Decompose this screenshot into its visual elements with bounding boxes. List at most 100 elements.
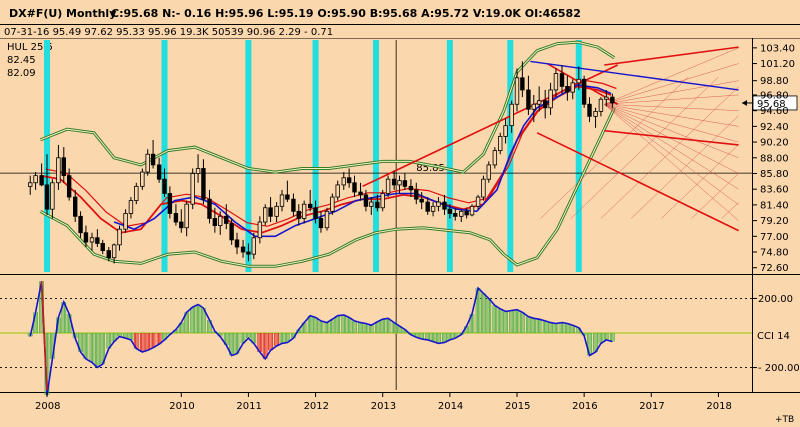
candle-body [430,205,436,212]
year-tick-label: 2015 [505,401,530,412]
candle-body [134,185,139,202]
indicator-value-2: 82.09 [7,68,36,79]
candle-body [184,203,189,229]
cci-tick-label: - 200.00 [758,363,800,374]
candle-body [291,198,296,212]
candle-body [475,196,481,207]
candle-body [251,237,256,255]
candle-body [526,89,531,110]
candle-body [397,180,402,186]
candle-body [385,178,391,194]
price-tick-label: 77.00 [760,232,789,243]
price-tick-label: 88.00 [760,153,789,164]
cycle-band [446,40,453,272]
candle-body [335,184,340,198]
candle-body [190,173,195,205]
candle-body [543,100,548,109]
candle-body [313,207,318,219]
candle-body [123,213,128,230]
candle-body [459,210,464,217]
candle-body [50,182,55,210]
cci-tick-label: 200.00 [758,294,793,305]
candle-body [453,213,458,217]
price-tick-label: 92.40 [760,122,789,133]
chart-canvas: DX#F(U) Monthly C:95.68 N:- 0.16 H:95.96… [0,0,800,427]
cycle-band [373,40,379,272]
candle-body [240,246,246,253]
period-label: Monthly [66,7,116,20]
candle-body [301,203,307,219]
candle-body [498,135,503,152]
candle-body [514,77,520,105]
candle-body [78,215,83,234]
cycle-band [161,40,168,272]
candle-body [285,194,290,200]
candle-body [509,103,514,127]
candle-body [531,103,536,110]
candle-body [553,73,559,91]
candle-body [391,178,397,186]
symbol-label: DX#F(U) [9,7,62,20]
candle-body [83,232,89,243]
year-tick-label: 2012 [304,401,329,412]
candle-body [536,100,542,105]
chart-window: DX#F(U) Monthly C:95.68 N:- 0.16 H:95.96… [0,0,800,427]
candle-body [520,77,525,91]
candle-body [44,184,50,210]
candle-body [346,177,352,184]
candle-body [414,189,419,200]
candle-body [39,175,44,186]
candle-body [89,237,95,243]
candle-body [402,180,408,187]
candle-body [263,207,268,223]
candle-body [128,200,134,214]
candle-body [201,168,206,200]
candle-body [61,157,66,177]
chart-background [0,0,800,427]
candle-body [212,218,218,226]
candle-body [419,198,424,203]
candle-body [576,78,581,84]
candle-body [173,213,179,223]
candle-body [167,193,173,214]
candle-body [565,86,570,93]
candle-body [246,251,251,255]
price-tick-label: 98.80 [760,76,789,87]
candle-body [581,78,587,105]
year-tick-label: 2014 [438,401,463,412]
price-tick-label: 96.80 [760,90,789,101]
price-tick-label: 81.40 [760,200,789,211]
price-tick-label: 101.20 [760,59,795,70]
candle-body [604,96,609,100]
candle-body [324,210,330,229]
candle-body [436,201,441,207]
tb-label[interactable]: +TB [775,415,794,425]
candle-body [95,237,100,244]
candle-body [503,125,508,137]
candle-body [268,207,273,217]
candle-body [73,196,78,217]
candle-body [548,89,553,109]
cycle-band [245,40,252,272]
candle-body [100,243,105,251]
candle-body [469,205,475,216]
candle-body [224,215,229,224]
cci-label: CCI 14 [757,331,790,342]
candle-body [375,201,380,209]
candle-body [380,193,385,209]
candle-body [352,182,357,193]
candle-body [481,178,486,198]
price-tick-label: 79.20 [760,216,789,227]
candle-body [234,239,240,248]
price-tick-label: 90.20 [760,138,789,149]
quote-line: C:95.68 N:- 0.16 H:95.96 L:95.19 O:95.90… [111,7,581,20]
candle-body [229,223,234,241]
price-tick-label: 74.80 [760,248,789,259]
candle-body [307,203,313,209]
candle-body [207,198,212,219]
candle-body [162,178,167,194]
candle-body [28,182,33,187]
candle-body [486,164,491,180]
candle-body [274,205,279,217]
candle-body [492,150,498,166]
